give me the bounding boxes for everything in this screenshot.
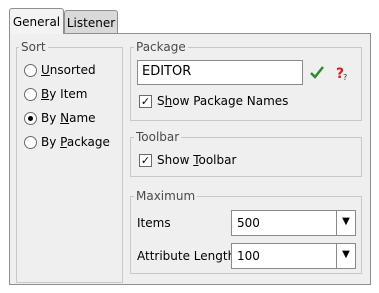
radio-button[interactable] — [24, 64, 37, 77]
radio-by-name-label: By Name — [41, 111, 96, 125]
tab-listener[interactable]: Listener — [64, 10, 118, 34]
show-package-names-checkbox-row[interactable]: ✓ Show Package Names — [139, 92, 349, 110]
radio-dot — [28, 116, 33, 121]
items-label: Items — [137, 216, 171, 230]
chevron-down-icon[interactable]: ▼ — [336, 211, 355, 235]
svg-text:?: ? — [343, 73, 347, 82]
radio-by-package[interactable]: By Package — [24, 133, 120, 151]
show-package-names-label: Show Package Names — [157, 94, 289, 108]
show-toolbar-checkbox-row[interactable]: ✓ Show Toolbar — [139, 151, 339, 169]
toolbar-group-title: Toolbar — [134, 130, 182, 144]
attribute-length-label: Attribute Length — [137, 249, 236, 263]
check-icon[interactable] — [308, 62, 326, 82]
help-question-icon[interactable]: ? ? — [332, 63, 352, 83]
attribute-length-value: 100 — [237, 249, 260, 263]
show-toolbar-checkbox[interactable]: ✓ — [139, 154, 152, 167]
radio-by-item-label: By Item — [41, 87, 88, 101]
tab-general-label: General — [12, 15, 61, 29]
tab-listener-label: Listener — [66, 16, 116, 30]
show-toolbar-label: Show Toolbar — [157, 153, 237, 167]
radio-unsorted[interactable]: Unsorted — [24, 61, 120, 79]
radio-button[interactable] — [24, 88, 37, 101]
radio-button-selected[interactable] — [24, 112, 37, 125]
sort-group — [16, 47, 123, 283]
radio-unsorted-label: Unsorted — [41, 63, 96, 77]
show-package-names-checkbox[interactable]: ✓ — [139, 95, 152, 108]
sort-group-title: Sort — [19, 40, 48, 54]
radio-by-name[interactable]: By Name — [24, 109, 120, 127]
package-group-title: Package — [134, 40, 188, 54]
chevron-down-icon[interactable]: ▼ — [336, 244, 355, 268]
radio-by-item[interactable]: By Item — [24, 85, 120, 103]
attribute-length-combobox[interactable]: 100 ▼ — [231, 243, 356, 269]
items-value: 500 — [237, 216, 260, 230]
package-input[interactable]: EDITOR — [137, 60, 303, 85]
radio-button[interactable] — [24, 136, 37, 149]
tab-general[interactable]: General — [9, 8, 64, 34]
items-combobox[interactable]: 500 ▼ — [231, 210, 356, 236]
radio-by-package-label: By Package — [41, 135, 110, 149]
maximum-group-title: Maximum — [134, 189, 198, 203]
